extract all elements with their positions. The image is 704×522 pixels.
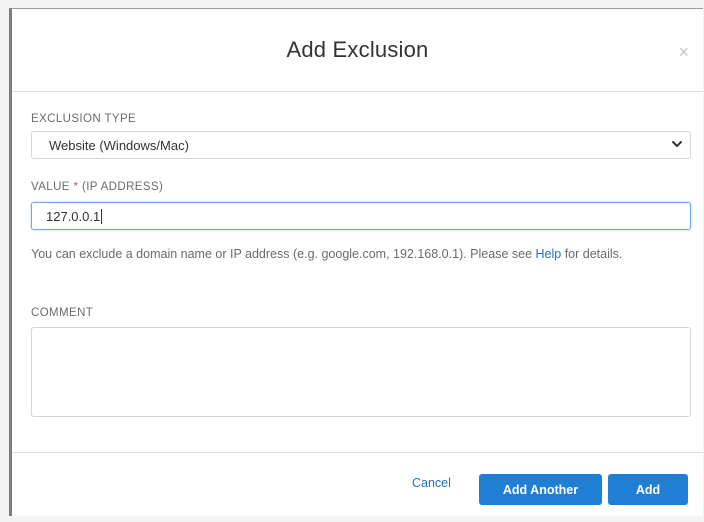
value-label-suffix: (IP ADDRESS) bbox=[81, 181, 164, 193]
help-text-after: for details. bbox=[561, 247, 623, 261]
add-another-button[interactable]: Add Another bbox=[479, 474, 602, 505]
help-text: You can exclude a domain name or IP addr… bbox=[31, 245, 691, 264]
required-marker: * bbox=[73, 181, 79, 193]
help-link[interactable]: Help bbox=[536, 247, 562, 261]
add-button[interactable]: Add bbox=[608, 474, 688, 505]
close-icon[interactable]: × bbox=[678, 43, 689, 61]
screen: Add Exclusion × EXCLUSION TYPE Website (… bbox=[0, 0, 704, 522]
exclusion-type-selected-value: Website (Windows/Mac) bbox=[49, 138, 189, 153]
dialog-header: Add Exclusion × bbox=[12, 9, 703, 92]
chevron-down-icon bbox=[672, 141, 682, 147]
value-input-text: 127.0.0.1 bbox=[46, 209, 103, 224]
value-label-text: VALUE bbox=[31, 181, 70, 193]
text-caret bbox=[101, 209, 103, 224]
dialog-footer: Cancel Add Another Add bbox=[12, 452, 703, 518]
exclusion-type-label: EXCLUSION TYPE bbox=[31, 113, 137, 125]
comment-textarea[interactable] bbox=[31, 327, 691, 417]
value-input-value: 127.0.0.1 bbox=[46, 209, 101, 224]
value-field-label: VALUE * (IP ADDRESS) bbox=[31, 181, 163, 193]
value-input[interactable]: 127.0.0.1 bbox=[31, 202, 691, 230]
comment-label: COMMENT bbox=[31, 307, 94, 319]
cancel-button[interactable]: Cancel bbox=[412, 476, 451, 490]
add-exclusion-dialog: Add Exclusion × EXCLUSION TYPE Website (… bbox=[9, 8, 703, 516]
exclusion-type-select[interactable]: Website (Windows/Mac) bbox=[31, 131, 691, 159]
dialog-title: Add Exclusion bbox=[286, 37, 429, 62]
help-text-before: You can exclude a domain name or IP addr… bbox=[31, 247, 536, 261]
